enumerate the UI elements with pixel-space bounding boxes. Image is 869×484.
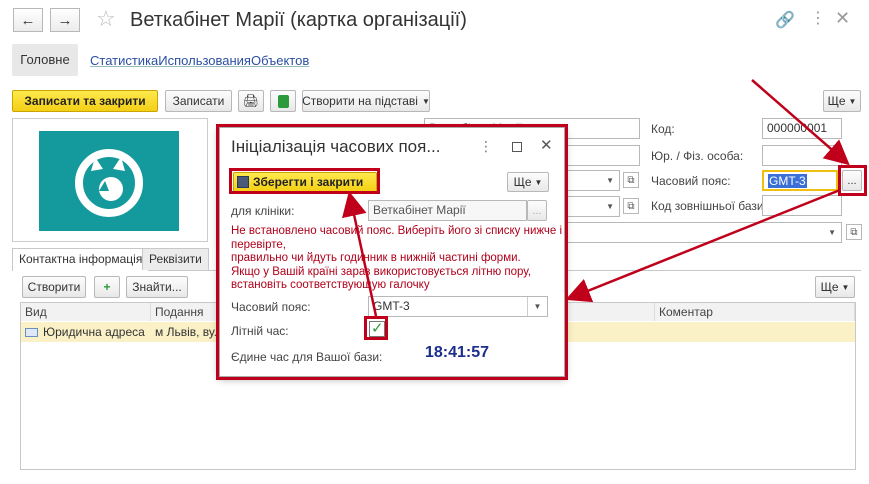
warning-line: встановіть соответствующую галочку <box>231 279 430 291</box>
warning-line: Якщо у Вашій країні зараз використовуєть… <box>231 265 532 278</box>
chevron-down-icon: ▼ <box>828 228 836 237</box>
col-kind[interactable]: Вид <box>21 303 151 321</box>
add-icon: + <box>103 280 111 294</box>
summer-checkbox[interactable]: ✓ <box>369 320 385 337</box>
floppy-disk-icon <box>237 176 249 188</box>
printer-icon: 🖨 <box>242 93 260 108</box>
open-icon[interactable]: ⧉ <box>846 224 862 240</box>
chevron-down-icon: ▼ <box>841 282 850 292</box>
print-button[interactable]: 🖨 <box>238 90 264 112</box>
timezone-label: Часовий пояс: <box>651 174 731 188</box>
warning-text: Не встановлено часовий пояс. Виберіть йо… <box>231 225 562 293</box>
row-kind-text: Юридична адреса <box>43 325 145 339</box>
lock-icon <box>277 94 289 108</box>
row-kind[interactable]: Юридична адреса <box>21 322 151 342</box>
dialog-more-button[interactable]: Ще ▼ <box>507 172 549 192</box>
group-select[interactable]: ▼ <box>560 196 620 217</box>
favorite-star-icon[interactable]: ☆ <box>96 6 116 32</box>
dialog-tz-value: GMT-3 <box>373 299 410 313</box>
dialog-menu-icon[interactable]: ⋮ <box>479 138 493 155</box>
clinic-select-button[interactable]: ... <box>527 200 547 221</box>
clinic-label: для клініки: <box>231 204 295 218</box>
back-button[interactable]: ← <box>13 8 43 32</box>
window-title: Веткабінет Марії (картка організації) <box>130 9 467 31</box>
dialog-more-label: Ще <box>513 175 532 189</box>
col-comment[interactable]: Коментар <box>655 303 855 321</box>
legal-label: Юр. / Фіз. особа: <box>651 149 744 163</box>
dialog-title: Ініціалізація часових поя... <box>231 137 441 156</box>
arrow-right-icon: → <box>57 11 73 29</box>
more-label: Ще <box>827 94 846 108</box>
chevron-down-icon: ▼ <box>534 177 543 187</box>
code-field[interactable]: 000000001 <box>762 118 842 139</box>
forward-button[interactable]: → <box>50 8 80 32</box>
timezone-field[interactable]: GMT-3 <box>762 170 838 191</box>
menu-dots-icon[interactable]: ⋮ <box>810 8 826 28</box>
close-icon[interactable]: ✕ <box>835 8 850 29</box>
lock-button[interactable] <box>270 90 296 112</box>
link-icon[interactable]: 🔗 <box>775 10 795 30</box>
warning-line: Не встановлено часовий пояс. Виберіть йо… <box>231 225 563 237</box>
chevron-down-icon: ▼ <box>527 297 547 316</box>
open-icon[interactable]: ⧉ <box>623 198 639 214</box>
time-value: 18:41:57 <box>425 344 490 361</box>
chevron-down-icon: ▼ <box>606 176 614 185</box>
wide-select[interactable]: ▼ <box>560 222 842 243</box>
open-icon[interactable]: ⧉ <box>623 172 639 188</box>
chevron-down-icon: ▼ <box>848 96 857 106</box>
dialog-close-icon[interactable]: ✕ <box>540 136 553 154</box>
arrow-left-icon: ← <box>20 11 36 29</box>
tab-main[interactable]: Головне <box>12 44 78 76</box>
clinic-field[interactable]: Веткабінет Марії <box>368 200 527 221</box>
dialog-save-close-button[interactable]: Зберегти і закрити <box>233 172 377 192</box>
main-tz-select[interactable]: ▼ <box>560 170 620 191</box>
dialog-save-close-label: Зберегти і закрити <box>253 175 364 189</box>
address-icon <box>25 328 38 338</box>
row-view[interactable]: м Львів, вул <box>151 322 221 342</box>
tab-requisites[interactable]: Реквізити <box>142 248 209 270</box>
more-button[interactable]: Ще ▼ <box>823 90 861 112</box>
create-button[interactable]: Створити <box>22 276 86 298</box>
stats-link[interactable]: СтатистикаИспользованияОбъектов <box>90 53 309 68</box>
find-button[interactable]: Знайти... <box>126 276 188 298</box>
sub-more-label: Ще <box>820 280 839 294</box>
extcode-field[interactable] <box>762 195 842 216</box>
tz-dialog: Ініціалізація часових поя... ⋮ ✕ Зберегт… <box>219 127 565 377</box>
dialog-tz-label: Часовий пояс: <box>231 300 311 314</box>
extcode-label: Код зовнішньої бази: <box>651 199 767 213</box>
cat-logo-icon <box>39 131 179 231</box>
time-label: Єдине час для Вашої бази: <box>231 350 383 364</box>
logo-frame <box>12 118 208 242</box>
warning-line: перевірте, <box>231 238 286 251</box>
code-label: Код: <box>651 122 675 136</box>
chevron-down-icon: ▼ <box>421 96 430 106</box>
chevron-down-icon: ▼ <box>606 202 614 211</box>
summer-label: Літній час: <box>231 324 289 338</box>
create-based-button[interactable]: Створити на підставі ▼ <box>302 90 430 112</box>
save-button[interactable]: Записати <box>165 90 232 112</box>
warning-line: правильно чи йдуть годинник в нижній час… <box>231 252 521 264</box>
maximize-icon[interactable] <box>512 142 522 152</box>
legal-select[interactable] <box>762 145 842 166</box>
add-button[interactable]: + <box>94 276 120 298</box>
save-close-button[interactable]: Записати та закрити <box>12 90 158 112</box>
timezone-select-button[interactable]: ... <box>842 170 862 191</box>
sub-more-button[interactable]: Ще ▼ <box>815 276 855 298</box>
create-based-label: Створити на підставі <box>302 94 418 108</box>
tab-contact-info[interactable]: Контактна інформація <box>12 248 150 271</box>
timezone-value: GMT-3 <box>768 174 807 188</box>
dialog-tz-select[interactable]: GMT-3 ▼ <box>368 296 548 317</box>
checkmark-icon: ✓ <box>371 320 384 337</box>
